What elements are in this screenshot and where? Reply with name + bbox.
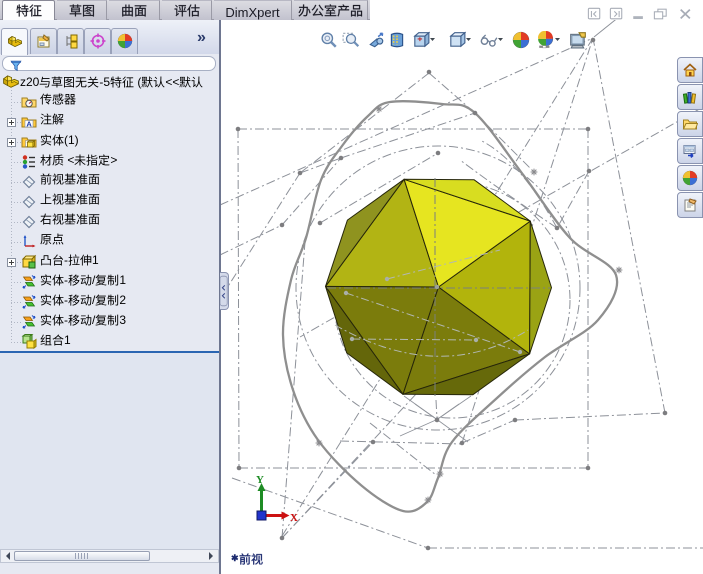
svg-text:X: X — [290, 512, 298, 524]
svg-text:Y: Y — [256, 474, 264, 486]
svg-text:A: A — [26, 119, 32, 128]
